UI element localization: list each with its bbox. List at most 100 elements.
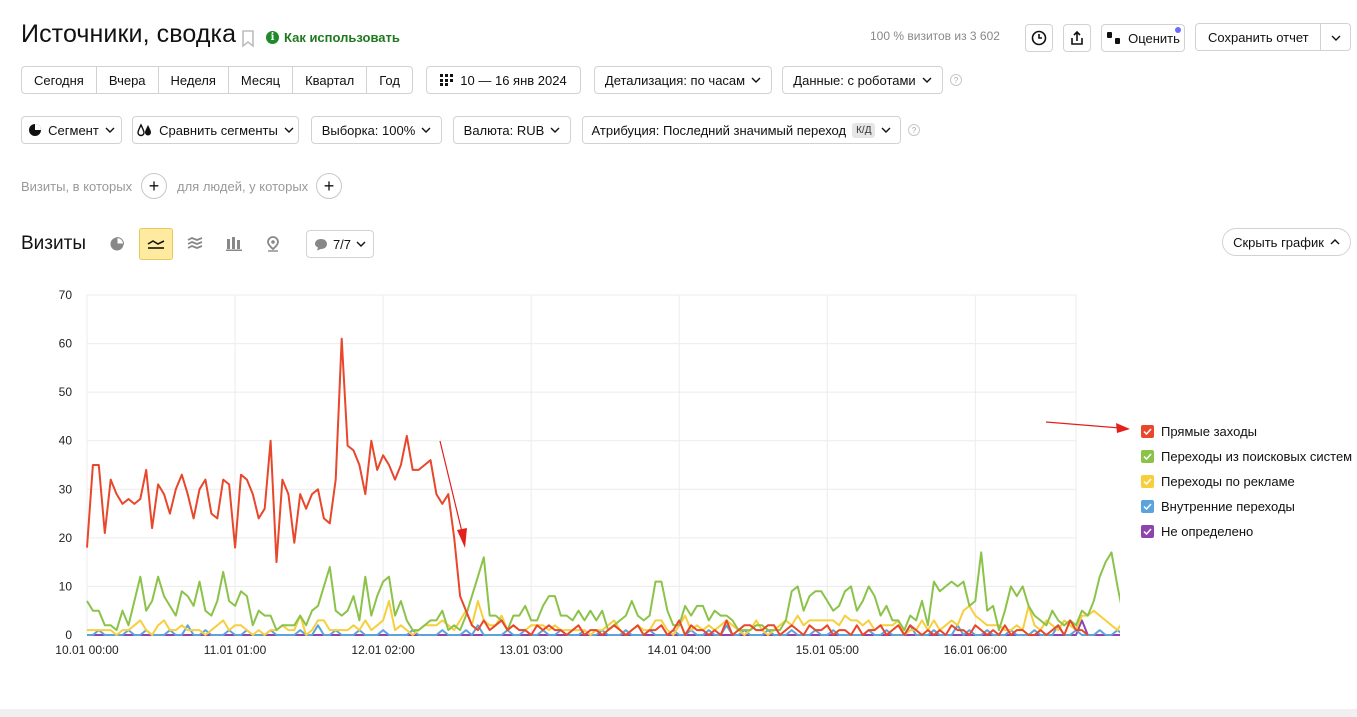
x-tick-label: 13.01 03:00 xyxy=(499,643,563,657)
period-today[interactable]: Сегодня xyxy=(22,67,97,93)
chevron-down-icon[interactable] xyxy=(1331,35,1341,41)
export-button[interactable] xyxy=(1063,24,1091,52)
checkbox-checked-icon[interactable] xyxy=(1141,475,1154,488)
date-range-label: 10 — 16 янв 2024 xyxy=(460,72,567,88)
how-to-use-link[interactable]: i Как использовать xyxy=(266,30,400,45)
chevron-down-icon xyxy=(284,127,294,133)
x-tick-label: 16.01 06:00 xyxy=(944,643,1008,657)
sample-label: Выборка: 100% xyxy=(321,122,416,138)
help-icon[interactable]: ? xyxy=(950,74,962,86)
period-selector: Сегодня Вчера Неделя Месяц Квартал Год xyxy=(21,66,413,94)
compare-segments-dropdown[interactable]: Сравнить сегменты xyxy=(132,116,299,144)
people-where-label: для людей, у которых xyxy=(177,179,309,194)
checkbox-checked-icon[interactable] xyxy=(1141,450,1154,463)
visits-info: 100 % визитов из 3 602 xyxy=(870,29,1000,43)
info-icon: i xyxy=(266,31,279,44)
x-tick-label: 10.01 00:00 xyxy=(55,643,119,657)
checkbox-checked-icon[interactable] xyxy=(1141,425,1154,438)
legend-item-direct[interactable]: Прямые заходы xyxy=(1141,419,1352,444)
annotations-dropdown[interactable]: 7/7 xyxy=(306,230,374,258)
data-label: Данные: с роботами xyxy=(793,72,916,88)
line-chart-type-button[interactable] xyxy=(139,228,173,260)
bookmark-icon[interactable] xyxy=(241,30,255,48)
chevron-up-icon xyxy=(1330,239,1340,245)
chevron-down-icon xyxy=(356,241,366,247)
area-chart-type-button[interactable] xyxy=(180,229,210,259)
bar-chart-type-button[interactable] xyxy=(219,229,249,259)
checkbox-checked-icon[interactable] xyxy=(1141,525,1154,538)
hide-chart-button[interactable]: Скрыть график xyxy=(1222,228,1351,256)
x-tick-label: 11.01 01:00 xyxy=(204,643,267,657)
y-tick-label: 50 xyxy=(59,385,73,399)
segment-label: Сегмент xyxy=(48,122,99,138)
map-pin-icon xyxy=(267,236,279,252)
y-tick-label: 0 xyxy=(65,628,72,642)
currency-dropdown[interactable]: Валюта: RUB xyxy=(453,116,571,144)
calendar-icon xyxy=(440,74,454,86)
x-axis-ticks: 10.01 00:00 11.01 01:00 12.01 02:00 13.01 0… xyxy=(55,643,1007,657)
checkbox-checked-icon[interactable] xyxy=(1141,500,1154,513)
chevron-down-icon xyxy=(881,127,891,133)
legend-item-undefined[interactable]: Не определено xyxy=(1141,519,1352,544)
legend-label: Переходы из поисковых систем xyxy=(1161,449,1353,464)
chevron-down-icon xyxy=(550,127,560,133)
legend-label: Переходы по рекламе xyxy=(1161,474,1295,489)
period-quarter[interactable]: Квартал xyxy=(293,67,368,93)
data-dropdown[interactable]: Данные: с роботами xyxy=(782,66,943,94)
period-month[interactable]: Месяц xyxy=(229,67,294,93)
period-yesterday[interactable]: Вчера xyxy=(97,67,159,93)
chevron-down-icon xyxy=(421,127,431,133)
y-tick-label: 40 xyxy=(59,434,73,448)
metric-label: Визиты xyxy=(21,233,86,254)
detail-dropdown[interactable]: Детализация: по часам xyxy=(594,66,772,94)
date-range-button[interactable]: 10 — 16 янв 2024 xyxy=(426,66,581,94)
sample-dropdown[interactable]: Выборка: 100% xyxy=(311,116,442,144)
segment-dropdown[interactable]: Сегмент xyxy=(21,116,122,144)
history-button[interactable] xyxy=(1025,24,1053,52)
rate-button[interactable]: Оценить xyxy=(1101,24,1185,52)
pie-chart-type-button[interactable] xyxy=(102,229,132,259)
pie-chart-icon xyxy=(110,236,125,251)
notification-dot xyxy=(1175,27,1181,33)
period-week[interactable]: Неделя xyxy=(159,67,229,93)
x-tick-label: 12.01 02:00 xyxy=(351,643,415,657)
chevron-down-icon xyxy=(922,77,932,83)
y-tick-label: 20 xyxy=(59,531,73,545)
chart-series xyxy=(86,337,1120,636)
visits-line-chart: 0 10 20 30 40 50 60 70 10.01 00:00 11.01 01:00 12… xyxy=(55,288,1120,657)
clock-icon xyxy=(1031,30,1047,46)
visits-where-label: Визиты, в которых xyxy=(21,179,133,194)
bar-chart-icon xyxy=(226,237,242,251)
save-report-button[interactable]: Сохранить отчет xyxy=(1195,23,1351,51)
chart-legend: Прямые заходы Переходы из поисковых сист… xyxy=(1141,419,1352,544)
x-tick-label: 14.01 04:00 xyxy=(648,643,712,657)
legend-annotation-arrow xyxy=(1045,421,1130,433)
thumbs-icon xyxy=(1107,32,1121,44)
legend-label: Внутренние переходы xyxy=(1161,499,1295,514)
currency-label: Валюта: RUB xyxy=(463,122,545,138)
drops-icon xyxy=(137,123,152,137)
legend-item-search[interactable]: Переходы из поисковых систем xyxy=(1141,444,1352,469)
x-tick-label: 15.01 05:00 xyxy=(796,643,860,657)
legend-label: Прямые заходы xyxy=(1161,424,1258,439)
legend-item-ads[interactable]: Переходы по рекламе xyxy=(1141,469,1352,494)
how-to-use-label: Как использовать xyxy=(284,30,400,45)
map-chart-type-button[interactable] xyxy=(258,229,288,259)
annotations-label: 7/7 xyxy=(332,236,352,252)
chart-grid xyxy=(86,294,1077,636)
add-people-condition-button[interactable]: + xyxy=(316,173,342,199)
chevron-down-icon xyxy=(105,127,115,133)
add-visit-condition-button[interactable]: + xyxy=(141,173,167,199)
rate-label: Оценить xyxy=(1128,30,1180,46)
period-year[interactable]: Год xyxy=(367,67,412,93)
attribution-dropdown[interactable]: Атрибуция: Последний значимый переход К/… xyxy=(582,116,901,144)
help-icon[interactable]: ? xyxy=(908,124,920,136)
y-tick-label: 30 xyxy=(59,482,73,496)
page-title: Источники, сводка xyxy=(21,20,237,48)
series-line xyxy=(86,337,1089,636)
attribution-badge: К/Д xyxy=(852,122,876,138)
save-report-label: Сохранить отчет xyxy=(1208,29,1309,45)
hide-chart-label: Скрыть график xyxy=(1233,234,1324,250)
legend-item-internal[interactable]: Внутренние переходы xyxy=(1141,494,1352,519)
chevron-down-icon xyxy=(751,77,761,83)
